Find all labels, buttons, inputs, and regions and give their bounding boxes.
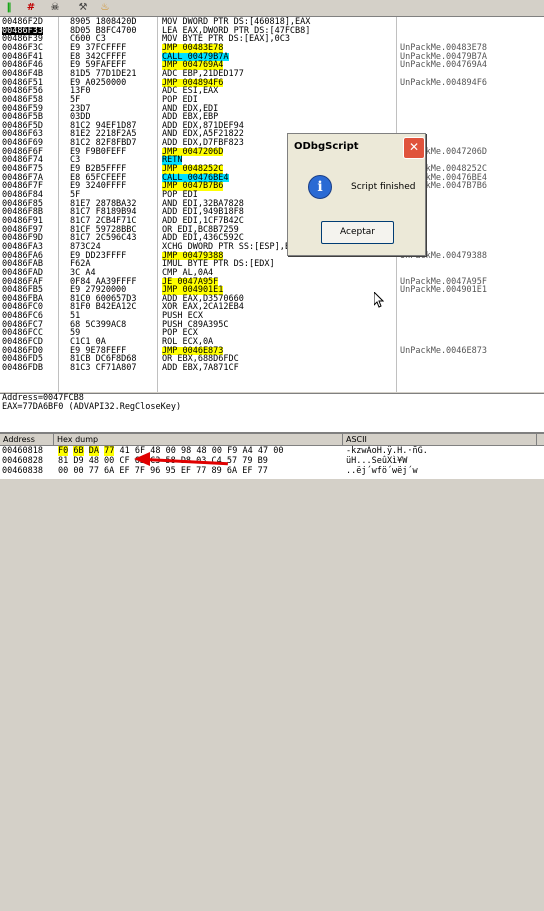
dump-row[interactable]: 00460818 F0 6B DA 77 41 6F 48 00 98 48 00…: [0, 446, 544, 456]
column-header-address[interactable]: Address: [0, 434, 54, 445]
odbgscript-dialog: ODbgScript ✕ i Script finished Aceptar: [287, 133, 426, 256]
dump-address: 00460838: [2, 466, 43, 476]
disasm-row[interactable]: 00486FDB 81C3 CF71A807 ADD EBX,7A871CF: [0, 364, 544, 373]
dump-hex: F0 6B DA 77 41 6F 48 00 98 48 00 F9 A4 4…: [58, 446, 284, 456]
dump-ascii: -kzwAoH.ÿ.H.·ñG.: [346, 446, 428, 456]
pause-icon[interactable]: ‖: [2, 1, 16, 14]
hex-dump-pane[interactable]: Address Hex dump ASCII 00460818 F0 6B DA …: [0, 432, 544, 911]
run-icon[interactable]: ⚒: [76, 1, 90, 14]
disasm-row[interactable]: 00486F6F E9 F9B0FEFF JMP 0047206D UnPackMe.…: [0, 148, 544, 157]
dialog-title: ODbgScript: [294, 141, 359, 152]
fire-icon[interactable]: ♨: [98, 1, 112, 14]
mouse-cursor-icon: [374, 292, 384, 308]
disasm-hex: 81C3 CF71A807: [70, 363, 137, 373]
disasm-address: 00486FDB: [2, 363, 43, 373]
disasm-comment: UnPackMe.0046E873: [400, 345, 487, 356]
dialog-message: Script finished: [351, 182, 416, 192]
toolbar: ‖ # ☠ ⚒ ♨: [0, 0, 544, 17]
disasm-comment: UnPackMe.004769A4: [400, 60, 487, 71]
info-pane: Address=0047FCB8 EAX=77DA6BF0 (ADVAPI32.…: [0, 393, 544, 432]
disasm-comment: UnPackMe.004894F6: [400, 77, 487, 88]
column-header-hex[interactable]: Hex dump: [54, 434, 343, 445]
column-divider: [157, 17, 158, 392]
column-header-ascii[interactable]: ASCII: [343, 434, 537, 445]
disasm-row[interactable]: 00486FC7 68 5C399AC8 PUSH C89A395C: [0, 321, 544, 330]
disasm-row[interactable]: 00486F56 13F0 ADC ESI,EAX: [0, 87, 544, 96]
disasm-row[interactable]: 00486F7F E9 3240FFFF JMP 0047B7B6 UnPackMe.…: [0, 182, 544, 191]
accept-button[interactable]: Aceptar: [321, 221, 394, 244]
dump-address: 00460828: [2, 456, 43, 466]
skull-icon[interactable]: ☠: [48, 1, 62, 14]
close-button[interactable]: ✕: [403, 137, 425, 159]
dump-row[interactable]: 00460838 00 00 77 6A EF 7F 96 95 EF 77 89…: [0, 467, 544, 476]
disasm-instruction: ADD EBX,7A871CF: [162, 363, 239, 373]
dump-header: Address Hex dump ASCII: [0, 434, 544, 446]
red-arrow-head: [134, 452, 150, 466]
info-icon: i: [308, 175, 332, 199]
column-divider: [58, 17, 59, 392]
dump-address: 00460818: [2, 446, 43, 456]
dump-ascii: ..ëj´wfö´wëj´w: [346, 466, 418, 476]
disasm-comment: UnPackMe.004901E1: [400, 285, 487, 296]
dump-row[interactable]: 0046082881 D9 48 00 CF 65 C3 58 D8 03 C4…: [0, 457, 544, 466]
dialog-titlebar: ODbgScript ✕: [288, 134, 425, 160]
dump-scrollbar[interactable]: [536, 866, 544, 911]
dump-ascii: üH...SeûXì¥W: [346, 456, 408, 466]
script-icon[interactable]: #: [24, 1, 38, 14]
dump-hex: 00 00 77 6A EF 7F 96 95 EF 77 89 6A EF 7…: [58, 466, 268, 476]
disassembly-pane[interactable]: 00486F2D 8905 1808420D MOV DWORD PTR DS:[4…: [0, 17, 544, 392]
info-register: EAX=77DA6BF0 (ADVAPI32.RegCloseKey): [2, 402, 182, 412]
disasm-row[interactable]: 00486FC0 81F0 B42EA12C XOR EAX,2CA12EB4: [0, 303, 544, 312]
